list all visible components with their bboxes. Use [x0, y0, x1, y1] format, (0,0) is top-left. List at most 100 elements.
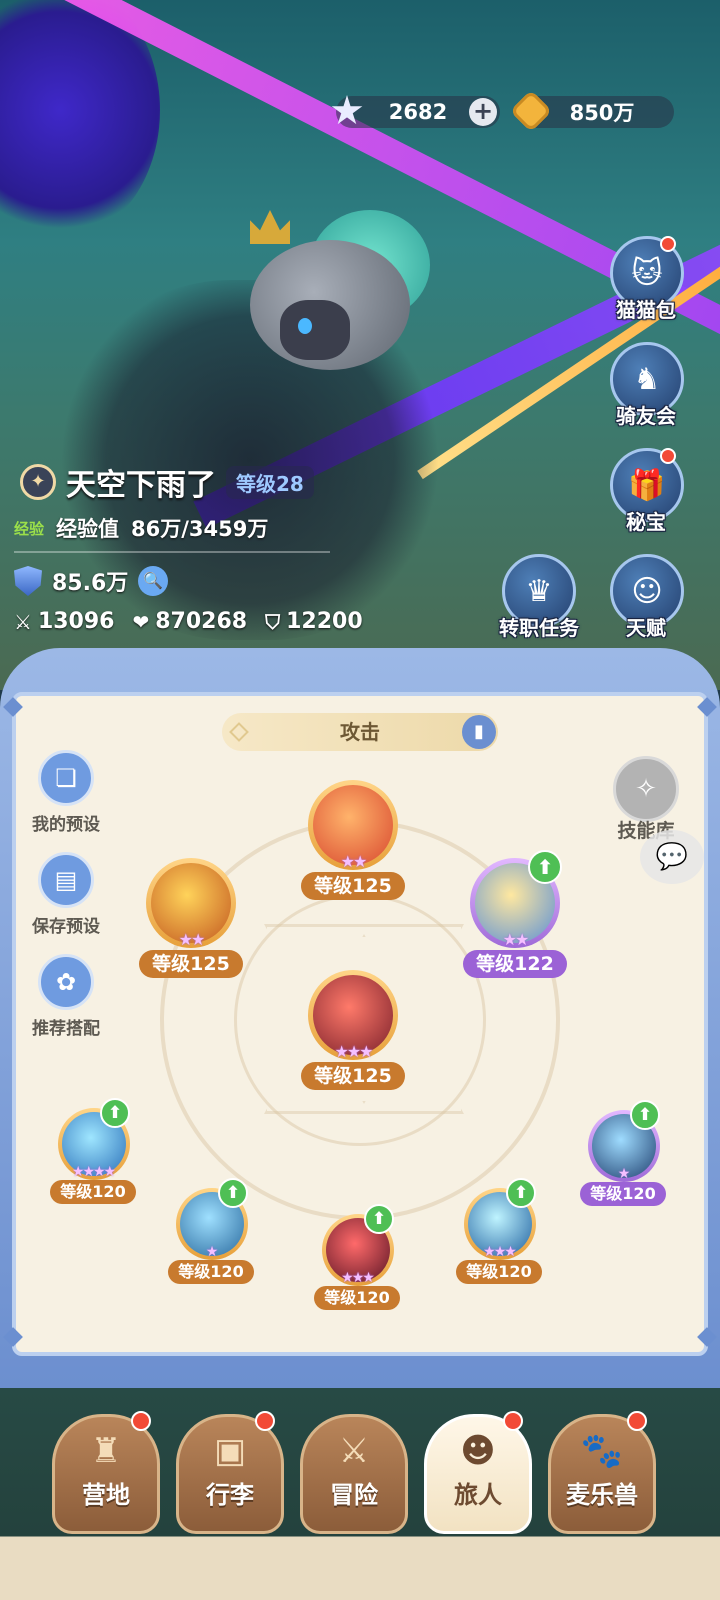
side-button-talent[interactable]: ☺ 天赋 [598, 554, 694, 658]
add-gems-button[interactable]: + [469, 98, 497, 126]
nav-tab[interactable]: ⚔ 冒险 [300, 1414, 408, 1534]
skill-level: 等级122 [463, 950, 567, 978]
skill-level: 等级125 [301, 872, 405, 900]
nav-label: 行李 [206, 1481, 254, 1509]
save-disk-icon: ▤ [38, 852, 94, 908]
traveler-avatar-icon: ☻ [460, 1431, 496, 1471]
upgrade-arrow-icon: ⬆ [218, 1178, 248, 1208]
nav-tab[interactable]: ▣ 行李 [176, 1411, 284, 1534]
exp-value: 86万/3459万 [131, 517, 269, 541]
experience-row: 经验 经验值 86万/3459万 [14, 513, 268, 543]
attack-stat: ⚔ 13096 [14, 609, 114, 634]
button-label: 保存预设 [32, 917, 100, 937]
player-name: 天空下雨了 [66, 468, 216, 503]
skill-stars: ★★★★ [71, 1164, 116, 1180]
diamond-icon [229, 722, 249, 742]
shield-icon: ⛉ [265, 609, 281, 634]
side-button-treasure[interactable]: 🎁 秘宝 [598, 448, 694, 552]
skill-category-tab[interactable]: 攻击 ▮ [222, 713, 498, 751]
backpack-icon: ▣ [213, 1431, 247, 1471]
button-label: 推荐搭配 [32, 1019, 100, 1039]
gem-amount: 2682 [388, 100, 448, 124]
skill-stars: ★★ [340, 852, 368, 871]
side-button-cat-bag[interactable]: 🐱 猫猫包 [598, 236, 694, 340]
skill-slot[interactable]: ★★★★ 等级120 ⬆ [48, 1098, 138, 1218]
upgrade-arrow-icon: ⬆ [100, 1098, 130, 1128]
recommend-icon: ✿ [38, 954, 94, 1010]
upgrade-arrow-icon: ⬆ [528, 850, 562, 884]
skill-slot[interactable]: ★ 等级120 ⬆ [166, 1178, 256, 1298]
skill-level: 等级120 [456, 1260, 542, 1284]
nav-label: 营地 [82, 1481, 130, 1509]
compass-icon[interactable]: ✦ [20, 464, 56, 500]
skill-level: 等级125 [139, 950, 243, 978]
skill-slot[interactable]: ★★ 等级125 [136, 858, 246, 988]
skill-slot[interactable]: ★★ 等级125 [298, 780, 408, 910]
skill-stars: ★★★ [334, 1042, 373, 1061]
side-button-job-quest[interactable]: ♛ 转职任务 [484, 554, 594, 658]
search-icon[interactable]: 🔍 [138, 566, 169, 596]
hp-value: 870268 [155, 609, 248, 634]
notification-dot [660, 448, 676, 464]
chat-bubble-icon[interactable]: 💬 [640, 830, 704, 884]
player-character [240, 210, 460, 460]
shield-badge-icon [14, 566, 42, 596]
notification-dot [255, 1411, 275, 1431]
skill-slot[interactable]: ★★ 等级122 ⬆ [460, 850, 570, 988]
skill-stars: ★★ [502, 930, 530, 949]
exp-tag: 经验 [14, 519, 45, 538]
nav-tab[interactable]: ☻ 旅人 [424, 1411, 532, 1534]
recommend-build-button[interactable]: ✿ 推荐搭配 [18, 954, 114, 1039]
side-button-label: 天赋 [626, 616, 666, 640]
gold-amount: 850万 [569, 101, 635, 125]
sparkle-moon-icon: ✧ [613, 756, 679, 822]
defense-value: 12200 [286, 609, 363, 634]
player-name-row: ✦ 天空下雨了 等级28 [20, 460, 314, 504]
nav-tab[interactable]: ♜ 营地 [52, 1411, 160, 1534]
skill-level: 等级120 [168, 1260, 254, 1284]
combat-power-row: 85.6万 🔍 [14, 565, 169, 597]
skill-slot[interactable]: ★★★ 等级120 ⬆ [312, 1204, 402, 1324]
upgrade-arrow-icon: ⬆ [364, 1204, 394, 1234]
skill-slot[interactable]: ★ 等级120 ⬆ [578, 1100, 668, 1220]
nav-tab[interactable]: 🐾 麦乐兽 [548, 1411, 656, 1534]
skill-level: 等级120 [580, 1182, 666, 1206]
side-button-label: 转职任务 [499, 616, 579, 640]
castle-icon: ♜ [90, 1431, 122, 1471]
hp-stat: ❤ 870268 [132, 609, 247, 634]
skill-slot[interactable]: ★★★ 等级120 ⬆ [454, 1178, 544, 1298]
skill-slot[interactable]: ★★★ 等级125 [298, 970, 408, 1100]
gold-coin-icon [509, 89, 553, 133]
preset-cards-icon: ❏ [38, 750, 94, 806]
notification-dot [131, 1411, 151, 1431]
gem-counter: 2682 + [331, 95, 500, 128]
tab-title: 攻击 [340, 720, 380, 744]
character-eye [298, 318, 312, 334]
side-button-label: 猫猫包 [616, 298, 676, 322]
skill-stars: ★★ [178, 930, 206, 949]
attack-value: 13096 [37, 609, 115, 634]
character-face [280, 300, 350, 360]
skill-level: 等级120 [50, 1180, 136, 1204]
save-preset-button[interactable]: ▤ 保存预设 [18, 852, 114, 937]
defense-stat: ⛉ 12200 [265, 609, 363, 634]
side-button-riders-club[interactable]: ♞ 骑友会 [598, 342, 694, 446]
skill-stars: ★ [617, 1166, 631, 1182]
stats-row: ⚔ 13096 ❤ 870268 ⛉ 12200 [14, 609, 381, 634]
skill-level: 等级125 [301, 1062, 405, 1090]
side-button-label: 秘宝 [626, 510, 666, 534]
skill-level: 等级120 [314, 1286, 400, 1310]
book-icon[interactable]: ▮ [462, 715, 496, 749]
notification-dot [660, 236, 676, 252]
crown-icon [250, 210, 290, 244]
skill-stars: ★★★ [483, 1244, 517, 1260]
crossed-swords-icon: ⚔ [14, 609, 32, 634]
notification-dot [627, 1411, 647, 1431]
exp-label: 经验值 [56, 517, 120, 541]
nav-label: 冒险 [330, 1481, 378, 1509]
skill-stars: ★★★ [341, 1270, 375, 1286]
star-crystal-icon [328, 92, 366, 130]
crossed-swords-icon: ⚔ [338, 1431, 370, 1471]
my-presets-button[interactable]: ❏ 我的预设 [18, 750, 114, 835]
player-level: 等级28 [226, 465, 314, 499]
